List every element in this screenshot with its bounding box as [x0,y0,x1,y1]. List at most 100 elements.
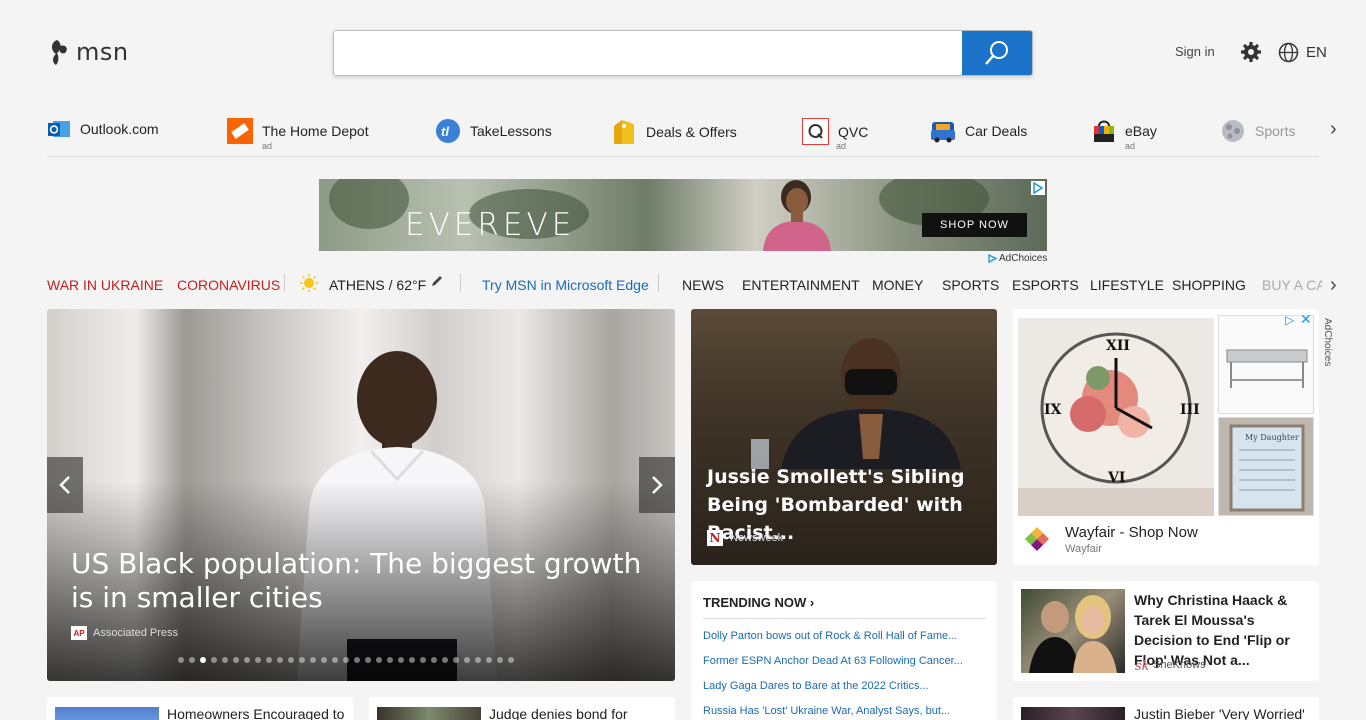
carousel-dot[interactable] [244,657,250,663]
carousel-dot[interactable] [442,657,448,663]
trending-heading[interactable]: TRENDING NOW › [703,595,814,610]
settings-button[interactable] [1240,41,1262,68]
weather-location[interactable]: ATHENS / 62°F [329,277,426,293]
tab-sports[interactable]: SPORTS [942,277,999,293]
carousel-dot[interactable] [365,657,371,663]
carousel-dot[interactable] [288,657,294,663]
quicklink-label: Car Deals [965,123,1028,139]
trending-item[interactable]: Dolly Parton bows out of Rock & Roll Hal… [703,630,983,642]
shop-now-button[interactable]: SHOP NOW [922,213,1027,237]
hero-source[interactable]: AP Associated Press [71,626,178,640]
hero-source-name: Associated Press [93,627,178,639]
carousel-dot[interactable] [310,657,316,663]
carousel-dot[interactable] [332,657,338,663]
carousel-dot[interactable] [343,657,349,663]
carousel-dot[interactable] [420,657,426,663]
carousel-dot[interactable] [475,657,481,663]
adchoices-icon[interactable] [1031,181,1045,195]
carousel-dot[interactable] [376,657,382,663]
carousel-dot[interactable] [211,657,217,663]
tab-news[interactable]: NEWS [682,277,724,293]
ad-banner[interactable]: EVEREVE SHOP NOW [319,179,1047,251]
hero-next-button[interactable] [639,457,675,513]
trending-item[interactable]: Lady Gaga Dares to Bare at the 2022 Crit… [703,680,983,692]
carousel-dot[interactable] [431,657,437,663]
quicklink-outlook[interactable]: Outlook.com [47,118,159,140]
carousel-dot[interactable] [222,657,228,663]
hero-headline[interactable]: US Black population: The biggest growth … [71,547,651,615]
ad-marker: ad [1125,141,1136,151]
svg-text:sk: sk [1135,659,1148,672]
carousel-dot[interactable] [233,657,239,663]
carousel-dot[interactable] [398,657,404,663]
trending-item[interactable]: Russia Has 'Lost' Ukraine War, Analyst S… [703,705,983,717]
carousel-dot[interactable] [189,657,195,663]
tab-lifestyle[interactable]: LIFESTYLE [1090,277,1164,293]
carousel-dot[interactable] [387,657,393,663]
story-card-bieber[interactable]: Justin Bieber 'Very Worried' [1013,697,1319,720]
story-headline: Judge denies bond for [489,706,628,720]
topic-coronavirus[interactable]: CORONAVIRUS [177,277,280,293]
edge-promo-link[interactable]: Try MSN in Microsoft Edge [482,277,649,293]
svg-text:VI: VI [1107,470,1125,486]
msn-logo[interactable]: msn [48,38,129,66]
hero-carousel[interactable]: US Black population: The biggest growth … [47,309,675,681]
banner-brand: EVEREVE [405,207,576,243]
search-button[interactable] [962,31,1032,75]
story3-source: sk SheKnows [1134,658,1206,672]
carousel-dot[interactable] [486,657,492,663]
carousel-dot[interactable] [321,657,327,663]
carousel-dot[interactable] [266,657,272,663]
carousel-dot[interactable] [200,657,206,663]
hero-prev-button[interactable] [47,457,83,513]
carousel-dot[interactable] [299,657,305,663]
quicklink-label: Deals & Offers [646,124,737,140]
carousel-dot[interactable] [255,657,261,663]
story-card-judge[interactable]: Judge denies bond for [369,697,675,720]
quicklinks-next-arrow[interactable]: › [1330,118,1337,141]
carousel-dot[interactable] [178,657,184,663]
carousel-dot[interactable] [409,657,415,663]
quicklink-sports[interactable]: Sports [1220,118,1295,144]
carousel-dot[interactable] [497,657,503,663]
tab-entertainment[interactable]: ENTERTAINMENT [742,277,860,293]
language-selector[interactable]: EN [1278,42,1327,63]
tab-shopping[interactable]: SHOPPING [1172,277,1246,293]
topic-war-in-ukraine[interactable]: WAR IN UKRAINE [47,277,163,293]
wayfair-ad-card[interactable]: XII III VI IX My Daughter Wayfair - Shop No… [1013,309,1319,565]
quicklink-ebay[interactable]: eBay ad [1092,118,1157,151]
tab-esports[interactable]: ESPORTS [1012,277,1079,293]
svg-text:XII: XII [1106,338,1130,354]
chevron-right-icon [652,476,663,494]
quicklink-takelessons[interactable]: tl TakeLessons [435,118,552,144]
quicklink-home-depot[interactable]: The Home Depot ad [227,118,369,151]
takelessons-icon: tl [436,119,460,143]
carousel-dot[interactable] [453,657,459,663]
carousel-dot[interactable] [354,657,360,663]
carousel-dot[interactable] [464,657,470,663]
ad-close-icon[interactable]: ✕ [1300,311,1312,328]
adchoices-vertical[interactable]: AdChoices [1322,318,1333,366]
sports-ball-icon [1222,120,1244,142]
edit-pencil-icon[interactable] [430,275,443,291]
carousel-dot[interactable] [277,657,283,663]
story-image [377,707,481,720]
search-input[interactable] [334,31,962,75]
carousel-dot[interactable] [508,657,514,663]
quicklink-qvc[interactable]: QVC ad [802,118,868,151]
nav-next-arrow[interactable]: › [1330,274,1337,297]
sign-in-link[interactable]: Sign in [1175,44,1215,59]
story-card-christina[interactable]: Why Christina Haack & Tarek El Moussa's … [1013,581,1319,681]
tab-buy-a-car[interactable]: BUY A CA [1262,277,1322,293]
quicklink-deals[interactable]: Deals & Offers [610,118,737,146]
adchoices-triangle-icon [988,254,997,263]
quicklink-car-deals[interactable]: Car Deals [930,118,1027,144]
story3-source-name: SheKnows [1153,659,1206,671]
ebay-bag-icon [1094,120,1114,142]
ad-info-icon[interactable]: ▷ [1285,313,1294,327]
tab-money[interactable]: MONEY [872,277,923,293]
adchoices-link[interactable]: AdChoices [988,253,1047,264]
story-card-jussie[interactable]: Jussie Smollett's Sibling Being 'Bombard… [691,309,997,565]
story-card-homeowners[interactable]: Homeowners Encouraged to [47,697,353,720]
trending-item[interactable]: Former ESPN Anchor Dead At 63 Following … [703,655,983,667]
